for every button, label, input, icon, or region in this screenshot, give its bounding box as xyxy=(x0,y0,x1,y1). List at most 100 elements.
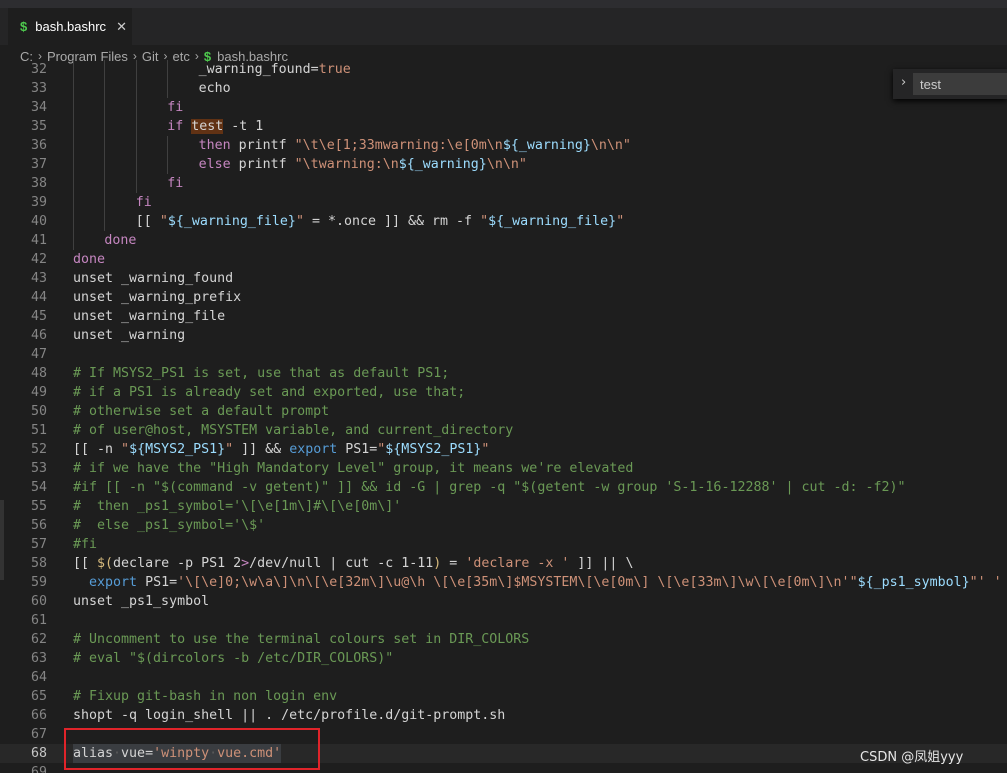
code-line[interactable]: 44 unset _warning_prefix xyxy=(0,288,1007,307)
code-text: fi xyxy=(136,193,152,212)
code-line[interactable]: 32 _warning_found=true xyxy=(0,60,1007,79)
code-line[interactable]: 61 xyxy=(0,611,1007,630)
line-number: 53 xyxy=(30,461,47,476)
code-token: unset _ps1_symbol xyxy=(73,594,210,609)
code-token: ${_warning_file} xyxy=(488,214,617,229)
code-line[interactable]: 46 unset _warning xyxy=(0,326,1007,345)
code-token: [[ xyxy=(135,214,160,229)
code-token: -t 1 xyxy=(223,119,264,134)
code-text: unset _warning_file xyxy=(73,307,225,326)
indent-guide xyxy=(104,60,106,79)
indent-guide xyxy=(104,117,106,136)
line-number: 63 xyxy=(30,651,47,666)
code-token: \n\n" xyxy=(590,138,631,153)
indent-guide xyxy=(104,174,106,193)
code-line[interactable]: 47 xyxy=(0,345,1007,364)
tab-bash-bashrc[interactable]: $ bash.bashrc ✕ xyxy=(8,8,132,45)
code-line[interactable]: 54 #if [[ -n "$(command -v getent)" ]] &&… xyxy=(0,478,1007,497)
code-token: " xyxy=(969,575,978,590)
code-line[interactable]: 56 # else _ps1_symbol='\$' xyxy=(0,516,1007,535)
close-icon[interactable]: ✕ xyxy=(116,19,127,35)
code-text: export PS1='\[\e]0;\w\a\]\n\[\e[32m\]\u@… xyxy=(73,573,1002,592)
code-token: ${MSYS2_PS1} xyxy=(385,442,482,457)
code-line[interactable]: 64 xyxy=(0,668,1007,687)
code-line[interactable]: 50 # otherwise set a default prompt xyxy=(0,402,1007,421)
line-number: 33 xyxy=(30,81,47,96)
line-number: 52 xyxy=(30,442,47,457)
code-line[interactable]: 51 # of user@host, MSYSTEM variable, and … xyxy=(0,421,1007,440)
code-token: = *.once ]] && rm -f xyxy=(303,214,481,229)
line-number: 43 xyxy=(30,271,47,286)
code-line[interactable]: 62 # Uncomment to use the terminal colour… xyxy=(0,630,1007,649)
code-token: ]] || \ xyxy=(569,556,634,571)
code-line[interactable]: 66 shopt -q login_shell || . /etc/profile… xyxy=(0,706,1007,725)
code-line[interactable]: 35 if test -t 1 xyxy=(0,117,1007,136)
code-line[interactable]: 41 done xyxy=(0,231,1007,250)
code-token: PS1= xyxy=(337,442,378,457)
code-text: echo xyxy=(199,79,231,98)
code-text: # if we have the "High Mandatory Level" … xyxy=(73,459,633,478)
line-number: 41 xyxy=(30,233,47,248)
line-number: 40 xyxy=(30,214,47,229)
code-text: # Fixup git-bash in non login env xyxy=(73,687,337,706)
code-token: /dev/null | cut -c 1-11 xyxy=(249,556,434,571)
indent-guide xyxy=(104,193,106,212)
line-number: 69 xyxy=(30,765,47,773)
code-line[interactable]: 53 # if we have the "High Mandatory Level… xyxy=(0,459,1007,478)
code-text: [[ "${_warning_file}" = *.once ]] && rm … xyxy=(136,212,624,231)
code-line[interactable]: 33 echo xyxy=(0,79,1007,98)
code-line[interactable]: 45 unset _warning_file xyxy=(0,307,1007,326)
code-text: # else _ps1_symbol='\$' xyxy=(73,516,265,535)
code-token: ${MSYS2_PS1} xyxy=(129,442,226,457)
code-token: printf xyxy=(238,157,295,172)
chevron-right-icon[interactable]: › xyxy=(901,75,906,90)
code-line[interactable]: 39 fi xyxy=(0,193,1007,212)
code-line[interactable]: 52 [[ -n "${MSYS2_PS1}" ]] && export PS1=… xyxy=(0,440,1007,459)
code-editor[interactable]: 32 _warning_found=true 33 echo 34 fi 35 if test… xyxy=(0,60,1007,773)
code-token: ]] && xyxy=(233,442,290,457)
code-line[interactable]: 58 [[ $(declare -p PS1 2>/dev/null | cut … xyxy=(0,554,1007,573)
code-text: unset _warning xyxy=(73,326,185,345)
code-line[interactable]: 36 then printf "\t\e[1;33mwarning:\e[0m\n… xyxy=(0,136,1007,155)
code-line[interactable]: 60 unset _ps1_symbol xyxy=(0,592,1007,611)
code-token: " xyxy=(616,214,625,229)
indent-guide xyxy=(104,136,106,155)
code-line[interactable]: 63 # eval "$(dircolors -b /etc/DIR_COLORS… xyxy=(0,649,1007,668)
code-text: # eval "$(dircolors -b /etc/DIR_COLORS)" xyxy=(73,649,393,668)
code-line[interactable]: 55 # then _ps1_symbol='\[\e[1m\]#\[\e[0m\… xyxy=(0,497,1007,516)
code-line[interactable]: 57 #fi xyxy=(0,535,1007,554)
line-number: 45 xyxy=(30,309,47,324)
code-token: " xyxy=(480,214,489,229)
code-line[interactable]: 34 fi xyxy=(0,98,1007,117)
code-line[interactable]: 37 else printf "\twarning:\n${_warning}\n… xyxy=(0,155,1007,174)
code-token: if xyxy=(167,119,192,134)
indent-guide xyxy=(104,212,106,231)
line-number: 66 xyxy=(30,708,47,723)
code-line[interactable]: 38 fi xyxy=(0,174,1007,193)
indent-guide xyxy=(135,79,137,98)
code-text: fi xyxy=(167,174,183,193)
code-text: [[ -n "${MSYS2_PS1}" ]] && export PS1="$… xyxy=(73,440,489,459)
code-line[interactable]: 43 unset _warning_found xyxy=(0,269,1007,288)
code-token: "\twarning:\n xyxy=(294,157,399,172)
code-line[interactable]: 48 # If MSYS2_PS1 is set, use that as def… xyxy=(0,364,1007,383)
code-token: fi xyxy=(167,100,184,115)
code-line[interactable]: 49 # if a PS1 is already set and exported… xyxy=(0,383,1007,402)
line-number: 42 xyxy=(30,252,47,267)
code-token: else xyxy=(198,157,239,172)
code-token: = xyxy=(441,556,466,571)
line-number: 37 xyxy=(30,157,47,172)
line-number: 44 xyxy=(30,290,47,305)
code-line[interactable]: 59 export PS1='\[\e]0;\w\a\]\n\[\e[32m\]… xyxy=(0,573,1007,592)
find-input[interactable]: test xyxy=(913,73,1007,95)
code-token: " xyxy=(295,214,304,229)
line-number: 54 xyxy=(30,480,47,495)
code-line[interactable]: 42 done xyxy=(0,250,1007,269)
code-token: " xyxy=(159,214,168,229)
code-line[interactable]: 40[[ "${_warning_file}" = *.once ]] && r… xyxy=(0,212,1007,231)
line-number: 62 xyxy=(30,632,47,647)
indent-guide xyxy=(135,60,137,79)
code-line[interactable]: 65 # Fixup git-bash in non login env xyxy=(0,687,1007,706)
line-number: 58 xyxy=(30,556,47,571)
line-number: 32 xyxy=(30,62,47,77)
